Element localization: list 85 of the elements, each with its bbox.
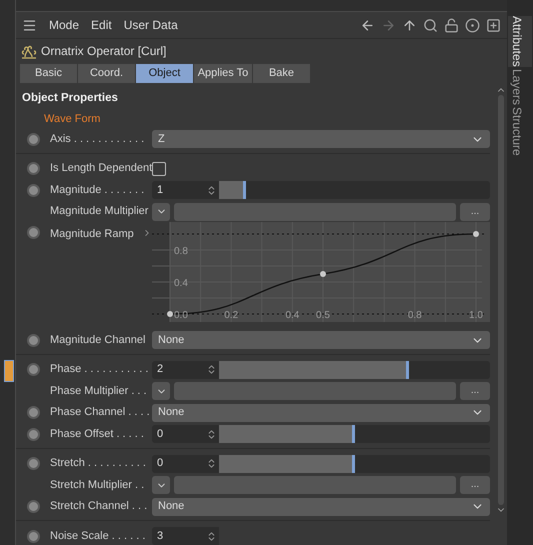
side-tab[interactable]: Attributes [508,16,532,67]
slider-fill[interactable] [219,360,409,378]
menu-item[interactable]: User Data [124,16,178,34]
new-panel-icon[interactable] [486,18,501,32]
axis-label: 0.4 [174,278,188,290]
number-field[interactable]: 3 [152,527,219,545]
axis-label: 0.8 [174,246,188,258]
side-tab[interactable]: Layers [508,68,532,105]
keyframe-toggle[interactable] [26,406,40,419]
number-field[interactable]: 1 [152,181,219,199]
stepper-icon[interactable] [206,458,217,469]
keyframe-toggle[interactable] [26,334,40,346]
menu-item[interactable]: Edit [91,16,112,34]
field-label: Magnitude Channel [49,332,146,348]
stepper-icon[interactable] [206,530,217,542]
link-field[interactable] [174,202,456,220]
field-label: Magnitude . . . . . . . [49,182,146,198]
tab[interactable]: Object [136,64,194,83]
keyframe-toggle[interactable] [26,132,40,146]
axis-label: 0.0 [174,310,188,322]
group-title: Wave Form [43,112,102,128]
dropdown[interactable]: None [152,331,490,349]
keyframe-toggle[interactable] [26,530,40,542]
back-icon[interactable] [360,18,375,32]
section-title: Object Properties [21,91,119,106]
search-icon[interactable] [423,18,438,32]
link-field[interactable] [174,476,456,494]
number-field[interactable]: 2 [152,360,219,378]
ramp-point[interactable] [167,311,173,318]
mode-dropdown[interactable] [152,476,170,494]
field-label: Stretch . . . . . . . . . . [49,456,147,472]
field-label: Phase Offset . . . . . [49,426,145,442]
keyframe-toggle[interactable] [26,226,40,240]
checkbox[interactable] [152,162,166,176]
field-label: Stretch Channel . . . [49,499,148,514]
tab[interactable]: Applies To [194,64,253,83]
menu-icon[interactable] [22,18,37,32]
mode-dropdown[interactable] [152,382,170,400]
side-tab[interactable]: Structure [508,106,532,156]
axis-label: 0.2 [224,310,238,322]
object-title: Ornatrix Operator [Curl] [41,43,166,60]
tab[interactable]: Coord. [78,64,136,83]
field-label: Phase Channel . . . . [49,405,151,420]
forward-icon[interactable] [381,18,396,32]
mode-dropdown[interactable] [152,202,170,220]
number-field[interactable]: 0 [152,454,219,472]
field-label: Noise Scale . . . . . . [49,528,146,544]
keyframe-toggle[interactable] [26,162,40,175]
browse-button[interactable]: ... [460,202,490,220]
lock-icon[interactable] [444,18,459,32]
ramp-point[interactable] [473,231,479,238]
browse-button[interactable]: ... [460,476,490,494]
keyframe-toggle[interactable] [26,457,40,470]
stepper-icon[interactable] [206,364,217,375]
field-label: Is Length Dependent [49,161,152,176]
keyframe-toggle[interactable] [26,363,40,376]
axis-label: 0.5 [316,310,330,322]
keyframe-toggle[interactable] [26,428,40,440]
slider-fill[interactable] [219,181,246,199]
dropdown[interactable]: Z [152,130,490,148]
field-label: Magnitude Multiplier [49,204,150,220]
field-label: Magnitude Ramp [49,227,135,242]
keyframe-toggle[interactable] [26,184,40,196]
number-field[interactable]: 0 [152,425,219,443]
tab[interactable]: Basic [20,64,78,83]
menu-item[interactable]: Mode [49,16,80,34]
tab[interactable]: Bake [253,64,311,83]
stepper-icon[interactable] [206,184,217,196]
axis-label: 1.0 [469,310,483,322]
field-label: Phase Multiplier . . . [49,384,148,399]
dropdown[interactable]: None [152,404,490,422]
link-field[interactable] [174,382,456,400]
field-label: Stretch Multiplier . . [49,478,146,493]
field-label: Phase . . . . . . . . . . . [49,362,150,378]
slider-fill[interactable] [219,454,354,472]
ramp-point[interactable] [320,271,326,278]
dropdown[interactable]: None [152,498,490,516]
slider-fill[interactable] [219,425,354,443]
axis-label: 0.4 [285,310,300,322]
stepper-icon[interactable] [206,428,217,440]
target-icon[interactable] [465,18,480,32]
browse-button[interactable]: ... [460,382,490,400]
keyframe-toggle[interactable] [26,500,40,513]
axis-label: 0.8 [408,310,422,322]
field-label: Axis . . . . . . . . . . . . [49,132,146,147]
